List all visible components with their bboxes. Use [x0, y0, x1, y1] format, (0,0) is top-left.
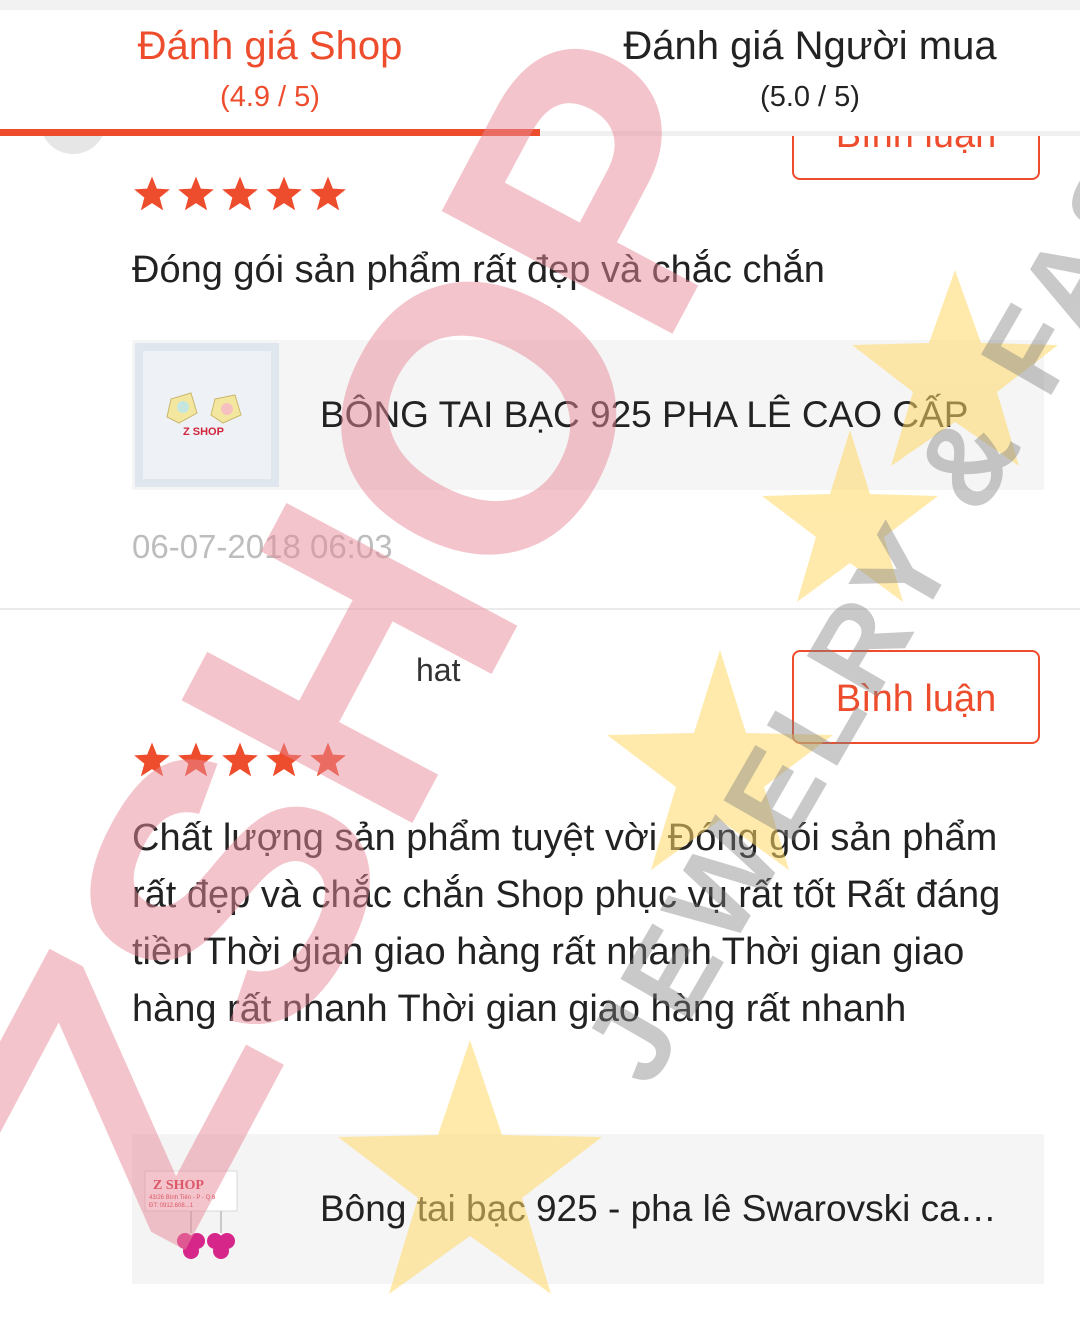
star-icon	[178, 742, 214, 777]
tab-buyer-score: (5.0 / 5)	[760, 81, 860, 113]
comment-button[interactable]: Bình luận	[792, 650, 1040, 744]
reviewer-name: hat	[416, 652, 461, 688]
star-icon	[222, 176, 258, 211]
tab-shop-label: Đánh giá Shop	[137, 24, 403, 68]
star-icon	[178, 176, 214, 211]
thumb-phone-text: ĐT: 0912.608...1	[149, 1203, 194, 1209]
review-text: Chất lượng sản phẩm tuyệt vời Đóng gói s…	[132, 817, 1001, 1030]
product-thumbnail: Z SHOP 43/26 Bình Tiên - P - Q.6 ĐT: 091…	[135, 1137, 279, 1281]
tab-buyer-label: Đánh giá Người mua	[623, 24, 997, 68]
rating-tabs: Đánh giá Shop (4.9 / 5) Đánh giá Người m…	[0, 10, 1080, 136]
thumb-logo-text: Z SHOP	[183, 426, 224, 438]
review-date: 06-07-2018 06:03	[132, 528, 393, 565]
tab-shop-rating[interactable]: Đánh giá Shop (4.9 / 5)	[0, 10, 540, 136]
tab-divider	[540, 131, 1080, 136]
product-card[interactable]: Z SHOP BÔNG TAI BẠC 925 PHA LÊ CAO CẤP	[132, 340, 1044, 490]
thumb-logo-text: Z SHOP	[153, 1178, 204, 1193]
tab-shop-score: (4.9 / 5)	[220, 81, 320, 113]
star-icon	[134, 742, 170, 777]
rating-stars	[132, 174, 348, 214]
rating-stars	[132, 740, 348, 780]
star-icon	[222, 742, 258, 777]
tab-buyer-rating[interactable]: Đánh giá Người mua (5.0 / 5)	[540, 10, 1080, 136]
product-name: BÔNG TAI BẠC 925 PHA LÊ CAO CẤP	[320, 394, 969, 435]
review-item: hat Bình luận Chất lượng sản phẩm tuyệt …	[0, 610, 1080, 1320]
star-icon	[266, 742, 302, 777]
active-tab-indicator	[0, 129, 540, 136]
star-icon	[310, 742, 346, 777]
star-icon	[266, 176, 302, 211]
product-card[interactable]: Z SHOP 43/26 Bình Tiên - P - Q.6 ĐT: 091…	[132, 1134, 1044, 1284]
product-name: Bông tai bạc 925 - pha lê Swarovski cao …	[320, 1188, 1010, 1229]
star-icon	[134, 176, 170, 211]
product-thumbnail: Z SHOP	[135, 343, 279, 487]
star-icon	[310, 176, 346, 211]
thumb-address-text: 43/26 Bình Tiên - P - Q.6	[149, 1195, 216, 1201]
review-text: Đóng gói sản phẩm rất đẹp và chắc chắn	[132, 249, 825, 291]
